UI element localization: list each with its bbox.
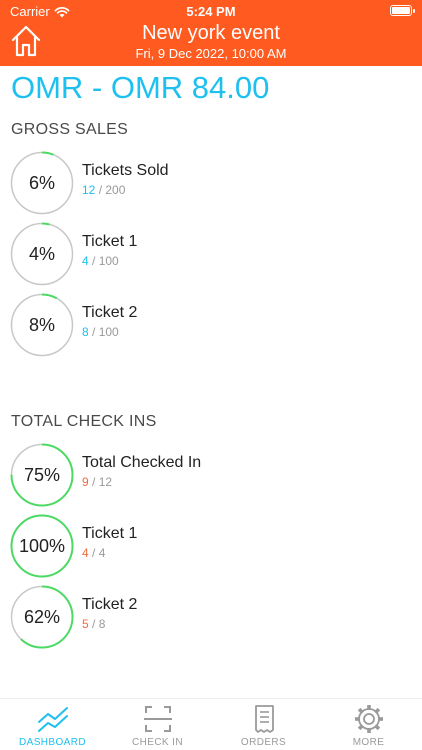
item-counts: 9 / 12 [82, 475, 113, 489]
progress-ring: 75% [10, 443, 74, 507]
check-ins-row-total[interactable]: 75% Total Checked In 9 / 12 [10, 443, 410, 507]
chart-line-icon [37, 707, 68, 732]
total-count: 200 [105, 183, 126, 197]
tab-label: MORE [352, 737, 385, 748]
sold-count: 12 [82, 183, 96, 197]
top-bar: Carrier 5:24 PM New york event Fri, 9 De… [0, 0, 422, 66]
tab-label: CHECK IN [132, 737, 183, 748]
progress-ring: 4% [10, 222, 74, 286]
check-ins-row-ticket-2[interactable]: 62% Ticket 2 5 / 8 [10, 585, 410, 649]
percent-label: 6% [28, 173, 55, 193]
event-date: Fri, 9 Dec 2022, 10:00 AM [135, 46, 287, 61]
item-name: Ticket 1 [82, 233, 138, 250]
gross-sales-row-ticket-1[interactable]: 4% Ticket 1 4 / 100 [10, 222, 410, 286]
tab-label: DASHBOARD [19, 737, 86, 748]
item-name: Ticket 2 [82, 304, 138, 321]
gross-sales-row-tickets-sold[interactable]: 6% Tickets Sold 12 / 200 [10, 151, 410, 215]
check-ins-row-ticket-1[interactable]: 100% Ticket 1 4 / 4 [10, 514, 410, 578]
gear-icon [354, 705, 383, 733]
sold-count: 4 [82, 254, 89, 268]
scan-icon [143, 706, 172, 732]
item-counts: 4 / 4 [82, 546, 106, 560]
percent-label: 4% [28, 244, 55, 264]
price-range: OMR - OMR 84.00 [11, 70, 270, 105]
progress-ring: 100% [10, 514, 74, 578]
total-count: 100 [98, 325, 119, 339]
checked-in-count: 9 [82, 475, 89, 489]
tab-check-in[interactable]: CHECK IN [105, 703, 210, 750]
total-count: 8 [98, 617, 106, 631]
progress-ring: 8% [10, 293, 74, 357]
item-counts: 8 / 100 [82, 325, 119, 339]
percent-label: 62% [23, 607, 61, 627]
status-time: 5:24 PM [186, 4, 236, 19]
receipt-icon [254, 705, 274, 733]
progress-ring: 6% [10, 151, 74, 215]
gross-sales-title: GROSS SALES [11, 121, 129, 138]
item-name: Ticket 1 [82, 525, 138, 542]
item-counts: 5 / 8 [82, 617, 106, 631]
progress-ring: 62% [10, 585, 74, 649]
tab-more[interactable]: MORE [316, 703, 421, 750]
gross-sales-row-ticket-2[interactable]: 8% Ticket 2 8 / 100 [10, 293, 410, 357]
item-name: Tickets Sold [82, 162, 169, 179]
sold-count: 8 [82, 325, 89, 339]
tab-dashboard[interactable]: DASHBOARD [0, 703, 105, 750]
item-counts: 4 / 100 [82, 254, 119, 268]
percent-label: 100% [18, 536, 66, 556]
tab-label: ORDERS [240, 737, 287, 748]
tab-bar: DASHBOARD CHECK IN ORDERS MORE [0, 698, 422, 750]
percent-label: 75% [23, 465, 61, 485]
checked-in-count: 4 [82, 546, 89, 560]
status-bar: Carrier 5:24 PM [0, 0, 422, 22]
checked-in-count: 5 [82, 617, 89, 631]
total-count: 4 [98, 546, 106, 560]
battery-icon [390, 5, 415, 16]
total-count: 100 [98, 254, 119, 268]
check-ins-title: TOTAL CHECK INS [11, 413, 157, 430]
event-title: New york event [142, 22, 280, 44]
item-name: Ticket 2 [82, 596, 138, 613]
item-counts: 12 / 200 [82, 183, 126, 197]
tab-orders[interactable]: ORDERS [211, 703, 316, 750]
percent-label: 8% [28, 315, 55, 335]
item-name: Total Checked In [82, 454, 202, 471]
total-count: 12 [98, 475, 113, 489]
